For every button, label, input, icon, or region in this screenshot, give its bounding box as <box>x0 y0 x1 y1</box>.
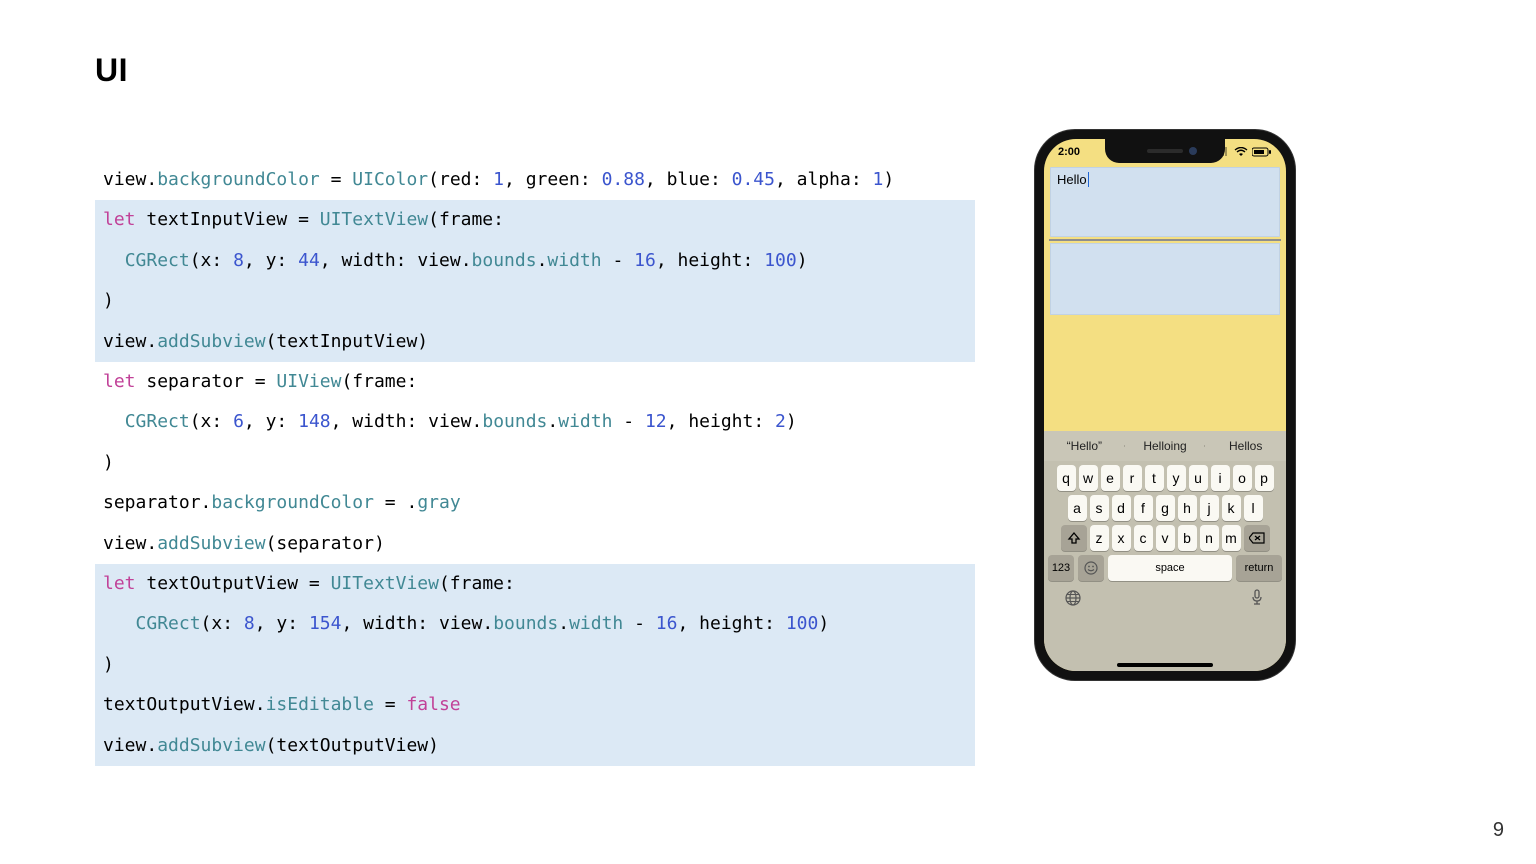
key-p[interactable]: p <box>1255 465 1274 491</box>
text-output-view <box>1050 243 1280 315</box>
suggestion-item[interactable]: Helloing <box>1125 439 1206 453</box>
home-indicator[interactable] <box>1117 663 1213 667</box>
phone-mockup: 2:00 Hello <box>1035 130 1295 680</box>
separator-line <box>1049 239 1281 241</box>
key-a[interactable]: a <box>1068 495 1087 521</box>
phone-screen: 2:00 Hello <box>1044 139 1286 671</box>
code-line: view.addSubview(separator) <box>95 524 975 564</box>
key-g[interactable]: g <box>1156 495 1175 521</box>
code-line: textOutputView.isEditable = false <box>95 685 975 725</box>
key-d[interactable]: d <box>1112 495 1131 521</box>
key-t[interactable]: t <box>1145 465 1164 491</box>
status-time: 2:00 <box>1058 146 1080 158</box>
code-listing: view.backgroundColor = UIColor(red: 1, g… <box>95 160 975 766</box>
key-m[interactable]: m <box>1222 525 1241 551</box>
battery-icon <box>1252 147 1272 157</box>
code-line: let separator = UIView(frame: <box>95 362 975 402</box>
suggestion-item[interactable]: “Hello” <box>1044 439 1125 453</box>
key-x[interactable]: x <box>1112 525 1131 551</box>
keyboard-fn-row <box>1044 581 1286 609</box>
code-line: let textInputView = UITextView(frame: <box>95 200 975 240</box>
return-key[interactable]: return <box>1236 555 1282 581</box>
key-c[interactable]: c <box>1134 525 1153 551</box>
notch <box>1105 139 1225 163</box>
mic-icon[interactable] <box>1246 587 1268 609</box>
keyboard: “Hello” Helloing Hellos qwertyuiop asdfg… <box>1044 431 1286 671</box>
key-e[interactable]: e <box>1101 465 1120 491</box>
space-key[interactable]: space <box>1108 555 1232 581</box>
key-n[interactable]: n <box>1200 525 1219 551</box>
shift-key[interactable] <box>1061 525 1087 551</box>
keyboard-row-2: asdfghjkl <box>1044 491 1286 521</box>
text-input-view[interactable]: Hello <box>1050 167 1280 237</box>
page-number: 9 <box>1493 819 1504 842</box>
emoji-key[interactable] <box>1078 555 1104 581</box>
numbers-key[interactable]: 123 <box>1048 555 1074 581</box>
suggestion-bar: “Hello” Helloing Hellos <box>1044 431 1286 461</box>
code-line: view.backgroundColor = UIColor(red: 1, g… <box>95 160 975 200</box>
code-line: ) <box>95 443 975 483</box>
code-line: let textOutputView = UITextView(frame: <box>95 564 975 604</box>
text-cursor <box>1088 172 1090 187</box>
code-line: separator.backgroundColor = .gray <box>95 483 975 523</box>
code-line: view.addSubview(textOutputView) <box>95 726 975 766</box>
key-v[interactable]: v <box>1156 525 1175 551</box>
wifi-icon <box>1234 147 1248 157</box>
key-s[interactable]: s <box>1090 495 1109 521</box>
code-line: view.addSubview(textInputView) <box>95 322 975 362</box>
key-k[interactable]: k <box>1222 495 1241 521</box>
code-line: ) <box>95 281 975 321</box>
code-line: CGRect(x: 6, y: 148, width: view.bounds.… <box>95 402 975 442</box>
text-input-value: Hello <box>1057 172 1087 187</box>
key-o[interactable]: o <box>1233 465 1252 491</box>
key-w[interactable]: w <box>1079 465 1098 491</box>
key-y[interactable]: y <box>1167 465 1186 491</box>
phone-frame: 2:00 Hello <box>1035 130 1295 680</box>
key-i[interactable]: i <box>1211 465 1230 491</box>
keyboard-row-1: qwertyuiop <box>1044 461 1286 491</box>
code-line: CGRect(x: 8, y: 154, width: view.bounds.… <box>95 604 975 644</box>
key-q[interactable]: q <box>1057 465 1076 491</box>
globe-icon[interactable] <box>1062 587 1084 609</box>
suggestion-item[interactable]: Hellos <box>1205 439 1286 453</box>
keyboard-row-4: 123 space return <box>1044 551 1286 581</box>
delete-key[interactable] <box>1244 525 1270 551</box>
key-z[interactable]: z <box>1090 525 1109 551</box>
slide: UI view.backgroundColor = UIColor(red: 1… <box>0 0 1536 864</box>
keyboard-row-3: zxcvbnm <box>1044 521 1286 551</box>
key-j[interactable]: j <box>1200 495 1219 521</box>
key-l[interactable]: l <box>1244 495 1263 521</box>
code-line: CGRect(x: 8, y: 44, width: view.bounds.w… <box>95 241 975 281</box>
slide-title: UI <box>95 52 128 89</box>
key-u[interactable]: u <box>1189 465 1208 491</box>
code-block: view.backgroundColor = UIColor(red: 1, g… <box>95 160 975 766</box>
key-f[interactable]: f <box>1134 495 1153 521</box>
code-line: ) <box>95 645 975 685</box>
key-r[interactable]: r <box>1123 465 1142 491</box>
key-b[interactable]: b <box>1178 525 1197 551</box>
key-h[interactable]: h <box>1178 495 1197 521</box>
